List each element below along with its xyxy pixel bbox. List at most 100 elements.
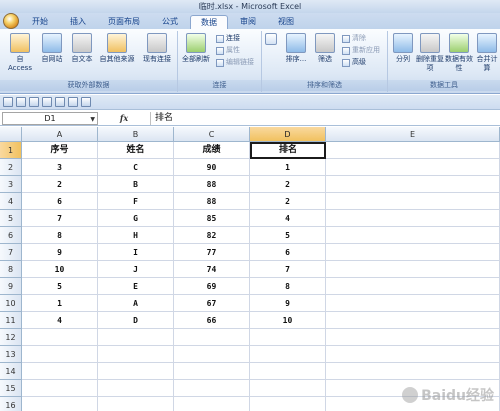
- cell-b10[interactable]: A: [98, 295, 174, 312]
- advanced-button[interactable]: 高级: [342, 58, 366, 67]
- connections-button[interactable]: 连接: [216, 34, 240, 43]
- cell-c3[interactable]: 88: [174, 176, 250, 193]
- cell-d11[interactable]: 10: [250, 312, 326, 329]
- clear-button[interactable]: 清除: [342, 34, 366, 43]
- cell-d8[interactable]: 7: [250, 261, 326, 278]
- cell-d14[interactable]: [250, 363, 326, 380]
- tab-formulas[interactable]: 公式: [152, 15, 188, 29]
- cell-b2[interactable]: C: [98, 159, 174, 176]
- cell-d13[interactable]: [250, 346, 326, 363]
- data-validation-button[interactable]: 数据有效性: [444, 33, 474, 73]
- row-header-5[interactable]: 5: [0, 210, 22, 227]
- cell-a9[interactable]: 5: [22, 278, 98, 295]
- formula-input[interactable]: 排名: [150, 111, 500, 125]
- cell-d9[interactable]: 8: [250, 278, 326, 295]
- name-box-dropdown-icon[interactable]: ▼: [90, 116, 95, 123]
- save-icon[interactable]: [3, 97, 13, 107]
- cell-c10[interactable]: 67: [174, 295, 250, 312]
- name-box[interactable]: D1 ▼: [2, 111, 98, 125]
- cell-a15[interactable]: [22, 380, 98, 397]
- from-text-button[interactable]: 自文本: [68, 33, 96, 64]
- column-header-c[interactable]: C: [174, 127, 250, 142]
- from-access-button[interactable]: 自 Access: [4, 33, 36, 73]
- cell-a10[interactable]: 1: [22, 295, 98, 312]
- cell-c14[interactable]: [174, 363, 250, 380]
- filter-button[interactable]: 筛选: [312, 33, 338, 64]
- cell-a7[interactable]: 9: [22, 244, 98, 261]
- row-header-1[interactable]: 1: [0, 142, 22, 159]
- cell-a5[interactable]: 7: [22, 210, 98, 227]
- cell-c13[interactable]: [174, 346, 250, 363]
- cell-b12[interactable]: [98, 329, 174, 346]
- column-header-d[interactable]: D: [250, 127, 326, 142]
- row-header-15[interactable]: 15: [0, 380, 22, 397]
- print-icon[interactable]: [55, 97, 65, 107]
- cell-c11[interactable]: 66: [174, 312, 250, 329]
- undo-icon[interactable]: [16, 97, 26, 107]
- row-header-8[interactable]: 8: [0, 261, 22, 278]
- row-header-16[interactable]: 16: [0, 397, 22, 411]
- cell-d1[interactable]: 排名: [250, 142, 326, 159]
- select-all-corner[interactable]: [0, 127, 22, 142]
- existing-connections-button[interactable]: 现有连接: [140, 33, 174, 64]
- cell-e7[interactable]: [326, 244, 500, 261]
- row-header-4[interactable]: 4: [0, 193, 22, 210]
- cell-c8[interactable]: 74: [174, 261, 250, 278]
- cell-e3[interactable]: [326, 176, 500, 193]
- column-header-a[interactable]: A: [22, 127, 98, 142]
- row-header-13[interactable]: 13: [0, 346, 22, 363]
- cell-a1[interactable]: 序号: [22, 142, 98, 159]
- cell-c4[interactable]: 88: [174, 193, 250, 210]
- cell-e5[interactable]: [326, 210, 500, 227]
- from-web-button[interactable]: 自网站: [38, 33, 66, 64]
- row-header-6[interactable]: 6: [0, 227, 22, 244]
- cell-a6[interactable]: 8: [22, 227, 98, 244]
- edit-links-button[interactable]: 编辑链接: [216, 58, 254, 67]
- cell-d3[interactable]: 2: [250, 176, 326, 193]
- cell-d15[interactable]: [250, 380, 326, 397]
- tab-home[interactable]: 开始: [22, 15, 58, 29]
- cell-b5[interactable]: G: [98, 210, 174, 227]
- insert-function-icon[interactable]: fx: [120, 113, 128, 123]
- cell-d6[interactable]: 5: [250, 227, 326, 244]
- cell-a16[interactable]: [22, 397, 98, 411]
- cell-d2[interactable]: 1: [250, 159, 326, 176]
- cell-c12[interactable]: [174, 329, 250, 346]
- cell-b11[interactable]: D: [98, 312, 174, 329]
- cell-c7[interactable]: 77: [174, 244, 250, 261]
- row-header-2[interactable]: 2: [0, 159, 22, 176]
- tab-review[interactable]: 审阅: [230, 15, 266, 29]
- row-header-14[interactable]: 14: [0, 363, 22, 380]
- row-header-11[interactable]: 11: [0, 312, 22, 329]
- cell-d12[interactable]: [250, 329, 326, 346]
- column-header-e[interactable]: E: [326, 127, 500, 142]
- sort-button[interactable]: 排序...: [282, 33, 310, 64]
- row-header-3[interactable]: 3: [0, 176, 22, 193]
- cell-d10[interactable]: 9: [250, 295, 326, 312]
- cell-b8[interactable]: J: [98, 261, 174, 278]
- row-header-12[interactable]: 12: [0, 329, 22, 346]
- refresh-all-button[interactable]: 全部刷新: [180, 33, 212, 64]
- cell-b4[interactable]: F: [98, 193, 174, 210]
- cell-b6[interactable]: H: [98, 227, 174, 244]
- tab-insert[interactable]: 插入: [60, 15, 96, 29]
- cell-e11[interactable]: [326, 312, 500, 329]
- tab-data[interactable]: 数据: [190, 15, 228, 29]
- cell-a13[interactable]: [22, 346, 98, 363]
- tab-page-layout[interactable]: 页面布局: [98, 15, 150, 29]
- cell-a8[interactable]: 10: [22, 261, 98, 278]
- cell-c9[interactable]: 69: [174, 278, 250, 295]
- tab-view[interactable]: 视图: [268, 15, 304, 29]
- cell-c6[interactable]: 82: [174, 227, 250, 244]
- cell-a3[interactable]: 2: [22, 176, 98, 193]
- row-header-9[interactable]: 9: [0, 278, 22, 295]
- cell-d5[interactable]: 4: [250, 210, 326, 227]
- cell-d7[interactable]: 6: [250, 244, 326, 261]
- sort-az-button[interactable]: [264, 33, 278, 47]
- row-header-7[interactable]: 7: [0, 244, 22, 261]
- cell-c5[interactable]: 85: [174, 210, 250, 227]
- cell-c1[interactable]: 成绩: [174, 142, 250, 159]
- reapply-button[interactable]: 重新应用: [342, 46, 380, 55]
- cell-c2[interactable]: 90: [174, 159, 250, 176]
- cell-e9[interactable]: [326, 278, 500, 295]
